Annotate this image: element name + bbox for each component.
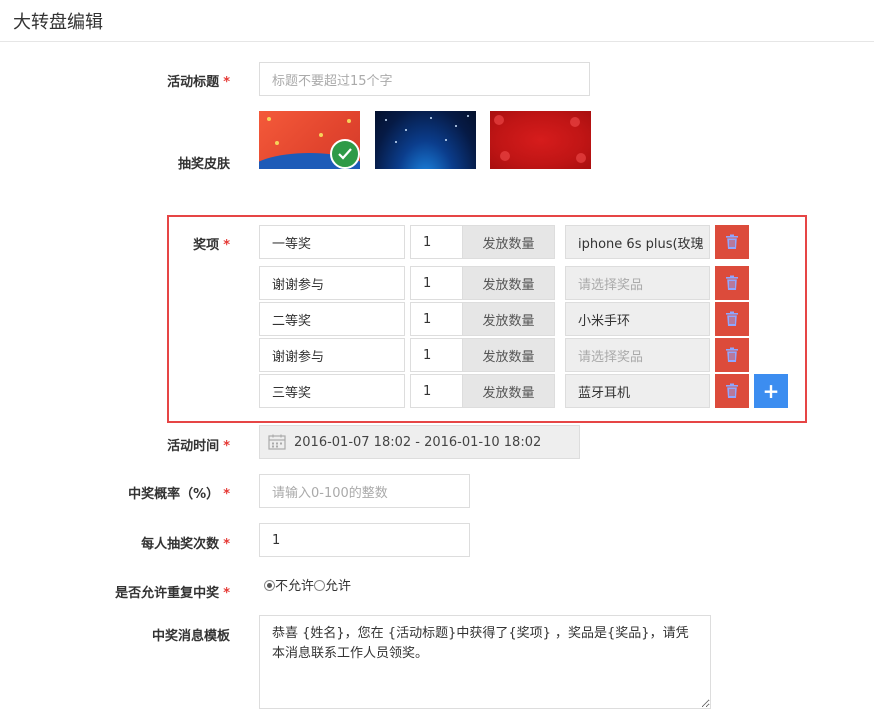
trash-icon bbox=[725, 347, 739, 363]
prize-qty-input[interactable]: 1 bbox=[410, 302, 463, 336]
template-textarea[interactable] bbox=[259, 615, 711, 709]
quantity-addon-label: 发放数量 bbox=[462, 374, 555, 408]
quantity-addon-label: 发放数量 bbox=[462, 338, 555, 372]
trash-icon bbox=[725, 234, 739, 250]
delete-prize-button[interactable] bbox=[715, 302, 749, 336]
delete-prize-button[interactable] bbox=[715, 225, 749, 259]
trash-icon bbox=[725, 383, 739, 399]
trash-icon bbox=[725, 311, 739, 327]
trash-icon bbox=[725, 275, 739, 291]
time-label: 活动时间 * bbox=[167, 439, 230, 454]
repeat-label: 是否允许重复中奖 * bbox=[115, 586, 230, 601]
time-range-value: 2016-01-07 18:02 - 2016-01-10 18:02 bbox=[294, 434, 542, 450]
skin-option-3[interactable] bbox=[490, 111, 591, 169]
repeat-radio-group: 不允许 允许 bbox=[264, 575, 351, 594]
radio-selected-icon bbox=[264, 580, 275, 591]
prize-item-select[interactable]: 请选择奖品 bbox=[565, 338, 710, 372]
title-label: 活动标题 * bbox=[167, 75, 230, 90]
probability-input[interactable]: 请输入0-100的整数 bbox=[259, 474, 470, 508]
prize-name-input[interactable]: 谢谢参与 bbox=[259, 266, 405, 300]
skin-label: 抽奖皮肤 bbox=[177, 157, 230, 172]
time-range-input[interactable]: 2016-01-07 18:02 - 2016-01-10 18:02 bbox=[259, 425, 580, 459]
delete-prize-button[interactable] bbox=[715, 266, 749, 300]
calendar-icon bbox=[268, 434, 286, 450]
repeat-option-no[interactable]: 不允许 bbox=[264, 579, 314, 594]
quantity-addon-label: 发放数量 bbox=[462, 302, 555, 336]
prize-qty-input[interactable]: 1 bbox=[410, 266, 463, 300]
quantity-addon-label: 发放数量 bbox=[462, 225, 555, 259]
prize-item-select[interactable]: 请选择奖品 bbox=[565, 266, 710, 300]
prize-name-input[interactable]: 谢谢参与 bbox=[259, 338, 405, 372]
probability-label: 中奖概率（%） * bbox=[128, 487, 230, 502]
prize-name-input[interactable]: 一等奖 bbox=[259, 225, 405, 259]
prizes-label: 奖项 * bbox=[193, 238, 230, 253]
prize-item-select[interactable]: 蓝牙耳机 bbox=[565, 374, 710, 408]
skin-option-2[interactable] bbox=[375, 111, 476, 169]
title-divider bbox=[0, 41, 874, 42]
repeat-option-yes[interactable]: 允许 bbox=[314, 579, 351, 594]
delete-prize-button[interactable] bbox=[715, 338, 749, 372]
selected-check-icon bbox=[330, 139, 360, 169]
add-prize-button[interactable]: + bbox=[754, 374, 788, 408]
quantity-addon-label: 发放数量 bbox=[462, 266, 555, 300]
title-input[interactable]: 标题不要超过15个字 bbox=[259, 62, 590, 96]
radio-icon bbox=[314, 580, 326, 591]
prize-name-input[interactable]: 三等奖 bbox=[259, 374, 405, 408]
prize-name-input[interactable]: 二等奖 bbox=[259, 302, 405, 336]
page-title: 大转盘编辑 bbox=[13, 12, 103, 33]
template-label: 中奖消息模板 bbox=[151, 629, 230, 644]
times-per-person-input[interactable]: 1 bbox=[259, 523, 470, 557]
times-per-person-label: 每人抽奖次数 * bbox=[141, 537, 230, 552]
prize-item-select[interactable]: iphone 6s plus(玫瑰 bbox=[565, 225, 710, 259]
prize-qty-input[interactable]: 1 bbox=[410, 225, 463, 259]
prize-qty-input[interactable]: 1 bbox=[410, 374, 463, 408]
prize-qty-input[interactable]: 1 bbox=[410, 338, 463, 372]
prize-item-select[interactable]: 小米手环 bbox=[565, 302, 710, 336]
delete-prize-button[interactable] bbox=[715, 374, 749, 408]
